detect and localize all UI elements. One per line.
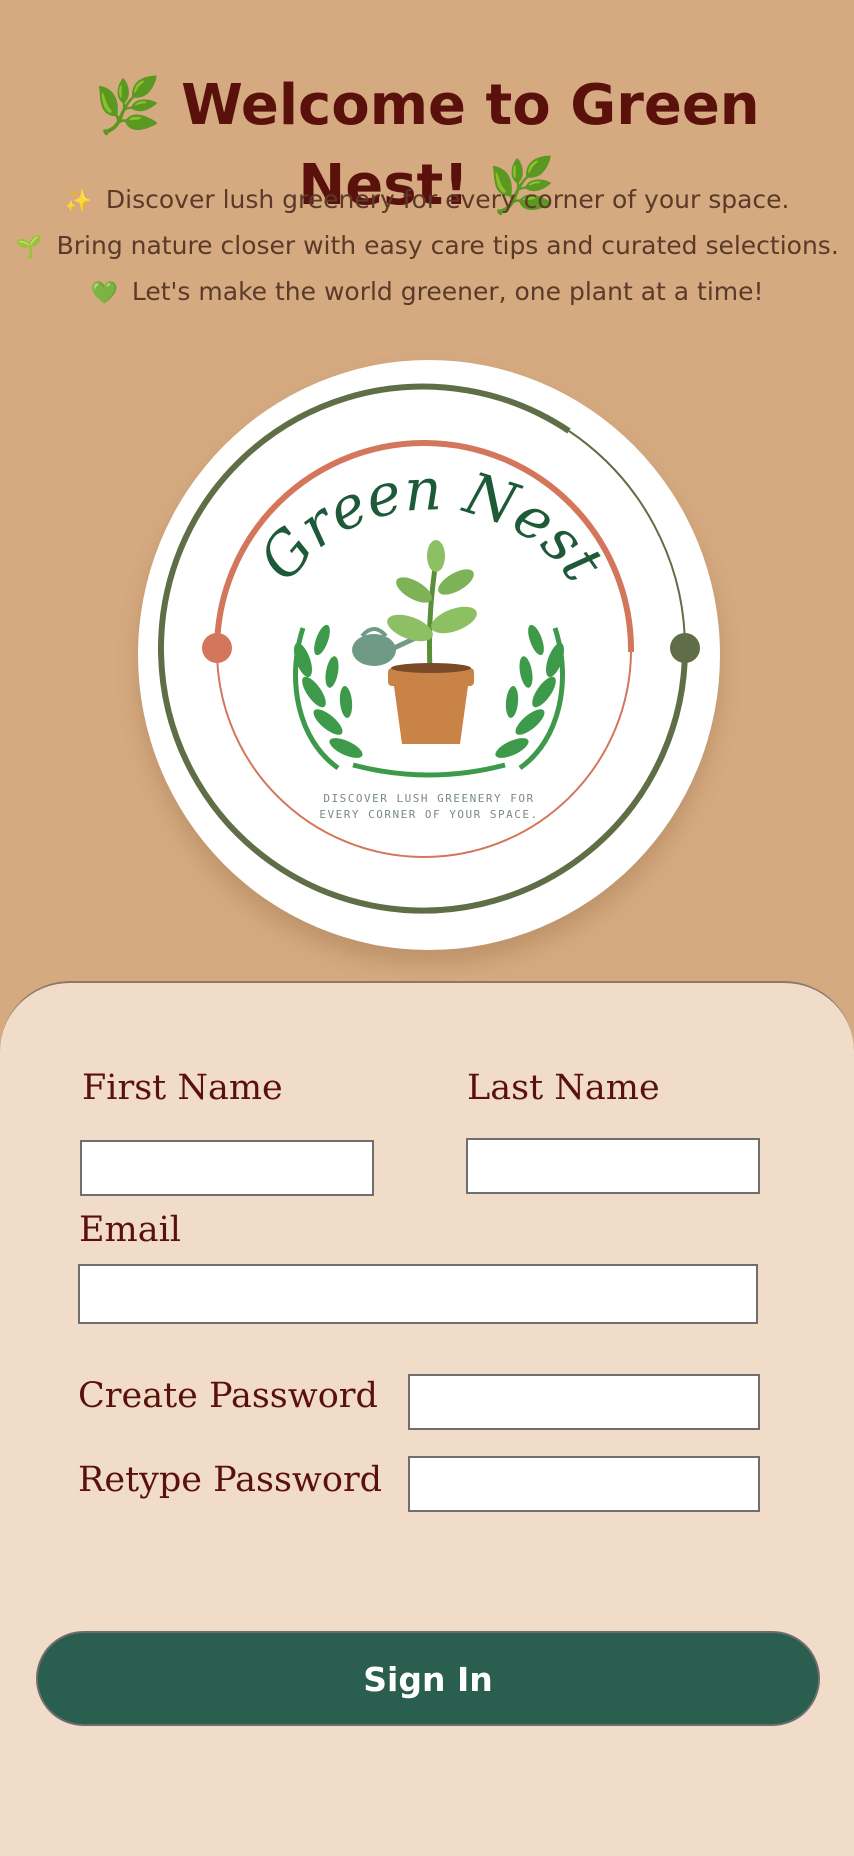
green-heart-icon: 💚 [90,281,118,306]
email-input[interactable] [78,1264,758,1324]
terracotta-ring-cap [202,633,232,663]
create-password-label: Create Password [78,1376,378,1416]
retype-password-input[interactable] [408,1456,760,1512]
logo-motto-line-1: DISCOVER LUSH GREENERY FOR [323,792,534,805]
herb-icon: 🌿 [94,74,162,137]
tagline-2: 🌱 Bring nature closer with easy care tips… [0,229,854,265]
tagline-1: ✨ Discover lush greenery for every corner… [0,183,854,219]
tagline-text: Bring nature closer with easy care tips … [56,231,839,260]
logo-brand-text: Green Nest [245,455,617,594]
email-label: Email [79,1210,181,1250]
first-name-input[interactable] [80,1140,374,1196]
tagline-text: Let's make the world greener, one plant … [131,277,764,306]
seedling-icon: 🌱 [15,235,43,260]
olive-ring-cap [670,633,700,663]
last-name-label: Last Name [467,1068,660,1108]
tagline-3: 💚 Let's make the world greener, one plant… [0,275,854,311]
sparkles-icon: ✨ [64,189,92,214]
logo-badge: Green Nest DISCOVER LUSH GREENERY FOR EV… [138,360,720,950]
tagline-text: Discover lush greenery for every corner … [105,185,790,214]
first-name-label: First Name [82,1068,283,1108]
sign-in-button[interactable]: Sign In [36,1631,820,1726]
logo-motto-line-2: EVERY CORNER OF YOUR SPACE. [319,808,538,821]
last-name-input[interactable] [466,1138,760,1194]
potted-plant-icon [387,540,477,744]
retype-password-label: Retype Password [78,1460,383,1500]
logo-graphic: Green Nest DISCOVER LUSH GREENERY FOR EV… [158,383,700,914]
create-password-input[interactable] [408,1374,760,1430]
